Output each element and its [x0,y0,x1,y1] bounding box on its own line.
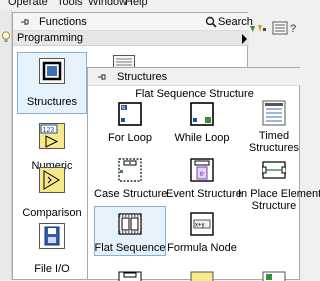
block-diagram-edge [0,10,12,280]
file-io-icon [39,223,65,249]
structures-label: Structures [26,96,78,108]
while-loop-label: While Loop [174,132,230,144]
event-structure-label: Event Structure [166,188,242,200]
menu-bar: Operate Tools Window Help [0,0,300,10]
lightbulb-icon[interactable] [1,31,11,43]
flat-sequence-label: Flat Sequence [94,242,166,254]
svg-text:x+y: x+y [195,223,205,229]
structures-palette: Structures Flat Sequence Structure N For… [87,67,320,281]
numeric-icon: 123 [39,123,65,149]
structures-icon [39,58,65,84]
palette-item-for-loop[interactable]: N For Loop [94,100,166,146]
palette-item-case-structure[interactable]: Case Structure [94,156,168,202]
in-place-element-label-line2: Structure [251,200,297,212]
palette-item-while-loop[interactable]: While Loop [166,100,238,146]
category-programming[interactable]: Programming [13,31,249,46]
category-label: Programming [17,32,84,44]
comparison-icon [39,167,65,193]
formula-node-icon: x+y [190,212,214,236]
menu-window[interactable]: Window [88,0,127,8]
in-place-element-icon [262,161,286,179]
structures-palette-titlebar: Structures [88,68,301,86]
file-io-label: File I/O [34,263,70,275]
functions-palette-titlebar: Functions Search [13,13,253,31]
timed-structures-icon [262,100,286,126]
svg-text:?: ? [290,23,296,35]
palette-item-in-place-element[interactable]: In Place Element Structure [238,156,320,212]
flat-sequence-icon [118,213,142,235]
for-loop-label: For Loop [107,132,153,144]
hover-description: Flat Sequence Structure [135,88,254,100]
case-structure-icon [118,158,142,182]
functions-palette-title: Functions [39,16,87,28]
palette-item-formula-node[interactable]: x+y Formula Node [166,212,238,258]
timed-structures-label-line2: Structures [248,142,300,154]
while-loop-icon [190,102,214,126]
event-structure-icon: e [190,158,214,182]
pin-icon[interactable] [96,71,108,83]
palette-item-event-structure[interactable]: e Event Structure [166,156,242,202]
comparison-label: Comparison [22,207,82,219]
svg-text:123: 123 [43,127,55,134]
menu-help[interactable]: Help [125,0,148,8]
svg-text:e: e [200,169,205,178]
palette-item-timed-structures[interactable]: Timed Structures [238,100,310,156]
search-label: Search [218,16,253,28]
for-loop-icon: N [118,102,142,126]
menu-tools[interactable]: Tools [57,0,83,8]
search-button[interactable]: Search [203,14,253,30]
toolbar-right-icons: ? [248,20,300,36]
pin-icon[interactable] [19,16,31,28]
formula-node-label: Formula Node [167,242,237,254]
svg-text:N: N [122,106,126,112]
case-structure-label: Case Structure [94,188,168,200]
menu-operate[interactable]: Operate [8,0,48,8]
expand-arrow-icon [242,34,247,44]
search-icon [205,16,217,28]
structures-palette-title: Structures [117,71,168,83]
